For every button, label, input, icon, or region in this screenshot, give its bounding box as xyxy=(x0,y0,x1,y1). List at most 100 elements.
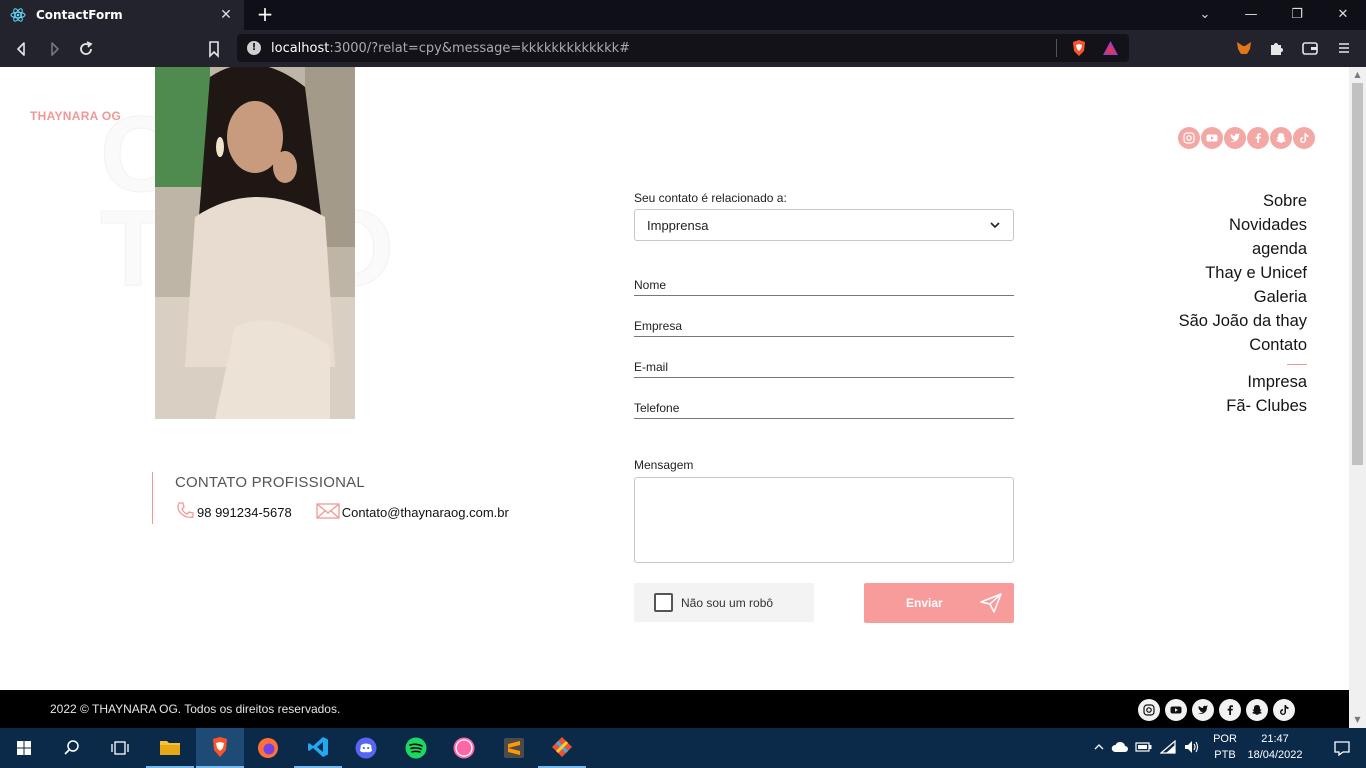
scroll-up-icon[interactable]: ▲ xyxy=(1349,67,1366,83)
browser-tab-active[interactable]: ContactForm ✕ xyxy=(0,0,244,30)
menu-item-galeria[interactable]: Galeria xyxy=(1179,285,1307,309)
menu-item-novidades[interactable]: Novidades xyxy=(1179,213,1307,237)
site-footer: 2022 © THAYNARA OG. Todos os direitos re… xyxy=(0,690,1349,728)
volume-icon[interactable] xyxy=(1180,740,1204,757)
extensions-icon[interactable] xyxy=(1267,39,1285,57)
taskbar-discord[interactable] xyxy=(342,728,390,768)
brave-shield-icon[interactable] xyxy=(1071,39,1087,57)
youtube-icon[interactable] xyxy=(1165,699,1187,721)
facebook-icon[interactable] xyxy=(1219,699,1241,721)
tiktok-icon[interactable] xyxy=(1273,699,1295,721)
page-scrollbar[interactable]: ▲ ▼ xyxy=(1349,67,1366,728)
send-icon xyxy=(980,593,1002,613)
taskbar-git-tool[interactable] xyxy=(538,728,586,768)
page-content: THAYNARA OG CONTATO CONTATO PROFISSIONAL… xyxy=(0,67,1349,690)
snapchat-icon[interactable] xyxy=(1270,127,1292,149)
artist-photo xyxy=(155,67,355,419)
forward-icon xyxy=(51,42,59,56)
keyboard-layout: PTB xyxy=(1214,749,1236,761)
send-button[interactable]: Enviar xyxy=(864,583,1014,623)
menu-item-contato[interactable]: Contato xyxy=(1179,333,1307,357)
wifi-icon[interactable] xyxy=(1156,739,1180,757)
battery-icon[interactable] xyxy=(1132,741,1156,756)
bookmark-icon xyxy=(209,41,219,58)
youtube-icon[interactable] xyxy=(1201,127,1223,149)
taskbar-sublime[interactable] xyxy=(490,728,538,768)
taskbar-brave[interactable] xyxy=(196,728,244,768)
address-bar[interactable]: ! localhost :3000/?relat=cpy&message=kkk… xyxy=(237,34,1129,62)
taskbar-file-explorer[interactable] xyxy=(146,728,194,768)
menu-icon[interactable] xyxy=(1335,39,1353,57)
contact-info-row: 98 991234-5678 Contato@thaynaraog.com.br xyxy=(175,501,509,524)
contact-title: CONTATO PROFISSIONAL xyxy=(175,474,365,491)
taskbar-clock[interactable]: 21:47 18/04/2022 xyxy=(1246,731,1304,763)
menu-divider xyxy=(1287,364,1307,365)
browser-toolbar: ! localhost :3000/?relat=cpy&message=kkk… xyxy=(0,30,1366,67)
close-tab-icon[interactable]: ✕ xyxy=(218,7,234,23)
wallet-icon[interactable] xyxy=(1301,39,1319,57)
tiktok-icon[interactable] xyxy=(1293,127,1315,149)
instagram-icon[interactable] xyxy=(1178,127,1200,149)
bookmark-button[interactable] xyxy=(203,38,225,60)
onedrive-icon[interactable] xyxy=(1108,741,1132,756)
taskbar-osu[interactable] xyxy=(440,728,488,768)
scroll-down-icon[interactable]: ▼ xyxy=(1349,712,1366,728)
submenu-item-fa-clubes[interactable]: Fã- Clubes xyxy=(1179,394,1307,418)
reload-icon xyxy=(80,41,93,55)
twitter-icon[interactable] xyxy=(1224,127,1246,149)
scroll-thumb[interactable] xyxy=(1352,83,1363,465)
taskbar-firefox[interactable] xyxy=(244,728,292,768)
task-view-button[interactable] xyxy=(96,728,144,768)
captcha-label: Não sou um robô xyxy=(681,595,774,610)
address-divider xyxy=(1056,39,1057,57)
submenu-item-imprensa[interactable]: Impresa xyxy=(1179,370,1307,394)
input-language[interactable]: POR PTB xyxy=(1210,731,1240,763)
menu-item-sao-joao[interactable]: São João da thay xyxy=(1179,309,1307,333)
email-field[interactable] xyxy=(634,356,1014,377)
menu-item-sobre[interactable]: Sobre xyxy=(1179,189,1307,213)
send-button-label: Enviar xyxy=(906,596,943,610)
captcha-checkbox[interactable] xyxy=(654,593,673,612)
menu-item-unicef[interactable]: Thay e Unicef xyxy=(1179,261,1307,285)
tray-expand-icon[interactable] xyxy=(1090,741,1108,756)
search-button[interactable] xyxy=(48,728,96,768)
close-window-button[interactable]: ✕ xyxy=(1320,0,1366,30)
notifications-button[interactable] xyxy=(1318,728,1366,768)
header-socials xyxy=(1178,127,1315,149)
taskbar-vscode[interactable] xyxy=(294,728,342,768)
message-textarea[interactable] xyxy=(634,477,1014,563)
chevron-down-icon xyxy=(990,222,1000,229)
footer-socials xyxy=(1138,699,1295,721)
select-label: Seu contato é relacionado a: xyxy=(634,191,787,205)
back-button[interactable] xyxy=(11,38,33,60)
site-info-icon[interactable]: ! xyxy=(247,41,261,55)
osu-icon xyxy=(453,737,475,759)
company-field[interactable] xyxy=(634,315,1014,336)
metamask-icon[interactable] xyxy=(1235,39,1253,57)
contact-email[interactable]: Contato@thaynaraog.com.br xyxy=(342,505,509,520)
menu-item-agenda[interactable]: agenda xyxy=(1179,237,1307,261)
taskbar-spotify[interactable] xyxy=(392,728,440,768)
facebook-icon[interactable] xyxy=(1247,127,1269,149)
reload-button[interactable] xyxy=(75,38,97,60)
tab-title: ContactForm xyxy=(36,8,123,22)
instagram-icon[interactable] xyxy=(1138,699,1160,721)
phone-field-wrapper xyxy=(634,397,1014,419)
task-view-icon xyxy=(111,741,129,755)
minimize-button[interactable]: — xyxy=(1228,0,1274,30)
subject-select[interactable]: Impprensa xyxy=(634,209,1014,241)
brave-rewards-icon[interactable] xyxy=(1102,40,1119,56)
twitter-icon[interactable] xyxy=(1192,699,1214,721)
new-tab-button[interactable]: + xyxy=(254,3,276,25)
clock-time: 21:47 xyxy=(1261,733,1289,745)
restore-button[interactable]: ❐ xyxy=(1274,0,1320,30)
url-host: localhost xyxy=(271,40,330,56)
name-field[interactable] xyxy=(634,274,1014,295)
forward-button[interactable] xyxy=(43,38,65,60)
phone-icon xyxy=(175,501,195,524)
phone-field[interactable] xyxy=(634,397,1014,418)
snapchat-icon[interactable] xyxy=(1246,699,1268,721)
tab-search-button[interactable]: ⌄ xyxy=(1182,0,1228,30)
contact-phone[interactable]: 98 991234-5678 xyxy=(197,505,292,520)
start-button[interactable] xyxy=(0,728,48,768)
